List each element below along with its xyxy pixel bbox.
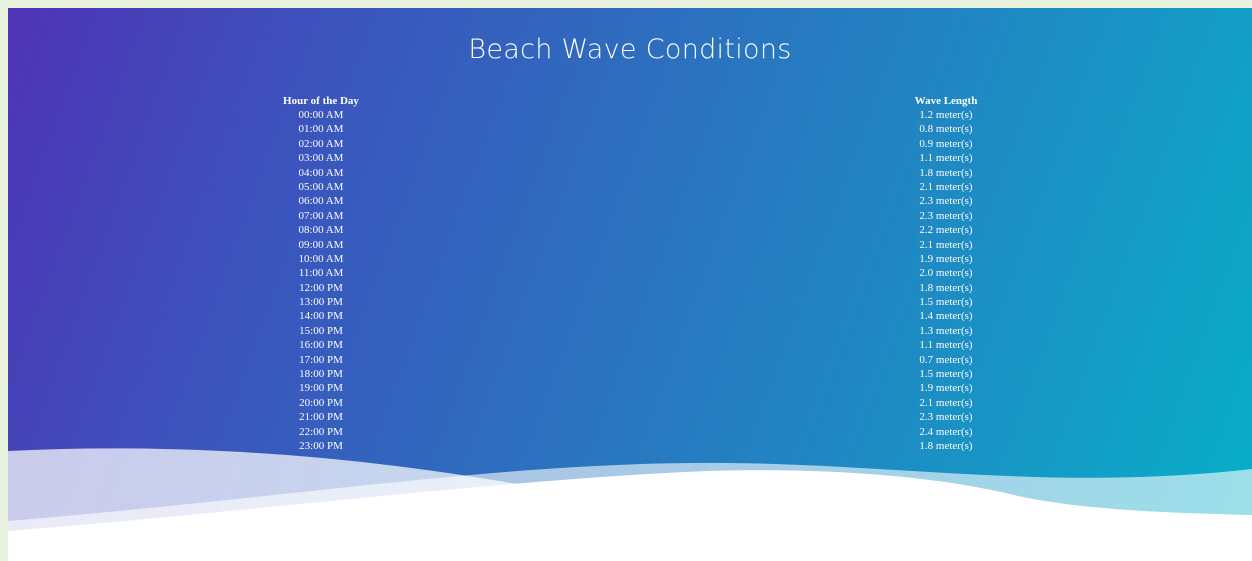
hour-cell: 06:00 AM xyxy=(298,195,344,208)
wave-length-cell: 2.0 meter(s) xyxy=(919,267,973,280)
hour-column-header: Hour of the Day xyxy=(283,95,359,107)
wave-length-column: Wave Length 1.2 meter(s) 0.8 meter(s) 0.9 … xyxy=(866,94,1026,453)
hour-cell: 13:00 PM xyxy=(299,296,343,309)
wave-length-cell: 0.8 meter(s) xyxy=(919,123,973,136)
hour-cell: 14:00 PM xyxy=(299,310,343,323)
wave-length-cell: 1.8 meter(s) xyxy=(919,166,973,179)
hour-cell: 03:00 AM xyxy=(298,152,344,165)
hour-cell: 17:00 PM xyxy=(299,353,343,366)
hour-cell: 11:00 AM xyxy=(298,267,344,280)
wave-decoration xyxy=(8,448,1252,561)
wave-length-cell: 0.9 meter(s) xyxy=(919,137,973,150)
wave-length-cell: 2.4 meter(s) xyxy=(919,425,973,438)
page-title: Beach Wave Conditions xyxy=(468,34,792,65)
wave-length-cell: 2.3 meter(s) xyxy=(919,411,973,424)
wave-length-cell: 1.2 meter(s) xyxy=(919,109,973,121)
wave-length-cell: 1.1 meter(s) xyxy=(919,152,973,165)
wave-length-cell: 1.9 meter(s) xyxy=(919,252,973,265)
hour-cell: 02:00 AM xyxy=(298,137,344,150)
hour-cell: 10:00 AM xyxy=(298,252,344,265)
hour-cell: 22:00 PM xyxy=(299,425,343,438)
wave-length-cell: 1.1 meter(s) xyxy=(919,339,973,352)
wave-length-cell: 1.3 meter(s) xyxy=(919,324,973,337)
wave-length-cell: 2.3 meter(s) xyxy=(919,195,973,208)
hour-cell: 19:00 PM xyxy=(299,382,343,395)
wave-length-cell: 1.5 meter(s) xyxy=(919,368,973,381)
wave-length-cell: 2.1 meter(s) xyxy=(919,396,973,409)
wave-length-cell: 1.9 meter(s) xyxy=(919,382,973,395)
wave-length-cell: 1.8 meter(s) xyxy=(919,281,973,294)
hour-cell: 07:00 AM xyxy=(298,209,344,222)
hour-cell: 00:00 AM xyxy=(298,109,344,121)
page-background: Beach Wave Conditions Hour of the Day 00… xyxy=(8,8,1252,561)
wave-length-cell: 2.3 meter(s) xyxy=(919,209,973,222)
hour-cell: 18:00 PM xyxy=(299,368,343,381)
wave-length-cells: 1.2 meter(s) 0.8 meter(s) 0.9 meter(s) 1.1 … xyxy=(866,108,1026,453)
wave-length-cell: 2.2 meter(s) xyxy=(919,224,973,237)
hour-cells: 00:00 AM 01:00 AM 02:00 AM 03:00 AM 04:00 AM… xyxy=(241,108,401,453)
wave-length-cell: 1.4 meter(s) xyxy=(919,310,973,323)
hour-cell: 04:00 AM xyxy=(298,166,344,179)
hour-cell: 09:00 AM xyxy=(298,238,344,251)
hour-cell: 16:00 PM xyxy=(299,339,343,352)
hour-cell: 12:00 PM xyxy=(299,281,343,294)
wave-length-cell: 2.1 meter(s) xyxy=(919,238,973,251)
wave-length-cell: 0.7 meter(s) xyxy=(919,353,973,366)
hour-cell: 20:00 PM xyxy=(299,396,343,409)
wave-length-cell: 1.5 meter(s) xyxy=(919,296,973,309)
hour-cell: 15:00 PM xyxy=(299,324,343,337)
wave-length-cell: 2.1 meter(s) xyxy=(919,180,973,193)
wave-length-column-header: Wave Length xyxy=(914,95,978,107)
hour-column: Hour of the Day 00:00 AM 01:00 AM 02:00 AM… xyxy=(241,94,401,453)
hour-cell: 21:00 PM xyxy=(299,411,343,424)
hour-cell: 01:00 AM xyxy=(298,123,344,136)
hour-cell: 08:00 AM xyxy=(298,224,344,237)
hour-cell: 05:00 AM xyxy=(298,180,344,193)
